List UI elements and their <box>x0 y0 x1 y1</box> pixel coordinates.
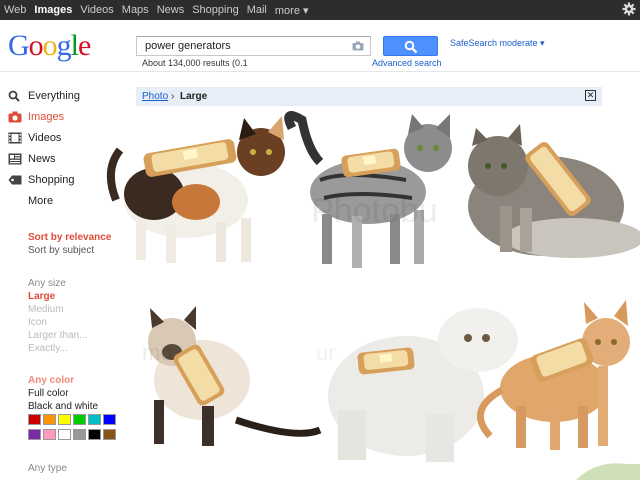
newspaper-icon <box>8 153 22 165</box>
sidebar-item-shopping[interactable]: Shopping <box>8 174 75 186</box>
top-nav-web[interactable]: Web <box>4 4 26 17</box>
size-large[interactable]: Large <box>28 291 55 302</box>
advanced-search-link[interactable]: Advanced search <box>372 58 442 68</box>
top-nav-images[interactable]: Images <box>34 4 72 17</box>
top-nav-mail[interactable]: Mail <box>247 4 267 17</box>
image-result-5[interactable]: ur <box>316 308 518 462</box>
color-swatch-green[interactable] <box>73 414 86 425</box>
search-icon <box>404 40 418 54</box>
image-results-grid: Photobu mo ur <box>106 111 640 480</box>
color-swatch-teal[interactable] <box>88 414 101 425</box>
image-result-2[interactable]: Photobu <box>284 111 452 268</box>
header-divider <box>0 71 640 72</box>
color-swatch-gray[interactable] <box>73 429 86 440</box>
top-nav-shopping[interactable]: Shopping <box>192 4 239 17</box>
sidebar-item-news[interactable]: News <box>8 153 56 165</box>
tag-icon <box>8 175 22 185</box>
search-icon <box>8 90 20 102</box>
sidebar-item-label: More <box>28 195 54 207</box>
logo-letter: g <box>56 29 72 62</box>
color-swatch-pink[interactable] <box>43 429 56 440</box>
sidebar-item-label: Everything <box>28 90 80 102</box>
grass-decoration <box>576 463 640 480</box>
logo-letter: G <box>8 29 30 62</box>
film-icon <box>8 132 22 144</box>
image-result-4[interactable]: mo <box>142 306 322 446</box>
image-result-1[interactable] <box>106 116 285 263</box>
gear-icon[interactable] <box>622 2 636 16</box>
color-swatch-orange[interactable] <box>43 414 56 425</box>
google-logo[interactable]: Google <box>8 29 91 63</box>
color-black-and-white[interactable]: Black and white <box>28 401 98 412</box>
color-swatch-black[interactable] <box>88 429 101 440</box>
color-swatch-yellow[interactable] <box>58 414 71 425</box>
sidebar-item-everything[interactable]: Everything <box>8 90 80 102</box>
color-swatch-white[interactable] <box>58 429 71 440</box>
top-nav-bar: Web Images Videos Maps News Shopping Mai… <box>0 0 640 20</box>
watermark: ur <box>316 340 336 365</box>
color-swatch-red[interactable] <box>28 414 41 425</box>
filter-breadcrumb-bar: Photo › Large ✕ <box>136 87 602 106</box>
breadcrumb-current: Large <box>180 91 208 102</box>
top-nav-videos[interactable]: Videos <box>80 4 113 17</box>
top-nav-maps[interactable]: Maps <box>122 4 149 17</box>
size-icon[interactable]: Icon <box>28 317 47 328</box>
breadcrumb-separator: › <box>171 91 175 102</box>
camera-icon[interactable] <box>352 41 364 51</box>
top-nav-list: Web Images Videos Maps News Shopping Mai… <box>4 4 317 17</box>
size-any[interactable]: Any size <box>28 278 66 289</box>
color-full[interactable]: Full color <box>28 388 69 399</box>
safesearch-dropdown[interactable]: SafeSearch moderate ▾ <box>450 38 545 49</box>
size-medium[interactable]: Medium <box>28 304 64 315</box>
results-count: About 134,000 results (0.1 <box>142 58 248 68</box>
camera-icon <box>8 111 22 123</box>
image-result-3[interactable] <box>468 124 640 258</box>
sidebar-item-label: Videos <box>28 132 62 144</box>
sidebar-item-label: Images <box>28 111 65 123</box>
breadcrumb-photo-link[interactable]: Photo <box>142 91 168 102</box>
watermark: mo <box>142 340 173 365</box>
search-input[interactable]: power generators <box>136 36 371 56</box>
size-larger-than[interactable]: Larger than... <box>28 330 87 341</box>
logo-letter: o <box>42 29 58 62</box>
logo-letter: e <box>78 29 91 62</box>
search-query-text: power generators <box>145 40 231 52</box>
color-any[interactable]: Any color <box>28 375 74 386</box>
logo-letter: l <box>70 29 79 62</box>
close-icon[interactable]: ✕ <box>585 90 596 101</box>
size-exactly[interactable]: Exactly... <box>28 343 68 354</box>
sidebar-item-images[interactable]: Images <box>8 111 64 123</box>
logo-letter: o <box>28 29 44 62</box>
sort-by-subject[interactable]: Sort by subject <box>28 245 94 256</box>
top-nav-news[interactable]: News <box>157 4 185 17</box>
search-button[interactable] <box>383 36 438 56</box>
watermark: Photobu <box>311 192 438 230</box>
sort-by-relevance[interactable]: Sort by relevance <box>28 232 111 243</box>
color-swatch-purple[interactable] <box>28 429 41 440</box>
top-nav-more[interactable]: more ▾ <box>275 4 309 17</box>
type-any[interactable]: Any type <box>28 463 67 474</box>
sidebar-item-label: Shopping <box>28 174 75 186</box>
sidebar-item-videos[interactable]: Videos <box>8 132 61 144</box>
sidebar-item-more[interactable]: More <box>28 195 53 207</box>
sidebar-item-label: News <box>28 153 56 165</box>
